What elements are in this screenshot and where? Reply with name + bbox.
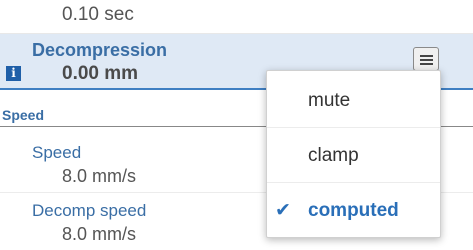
option-label: computed: [308, 200, 399, 221]
option-label: mute: [308, 90, 351, 111]
dropdown-option-computed[interactable]: ✔ computed: [267, 183, 440, 238]
speed-value: 8.0 mm/s: [62, 166, 137, 186]
options-dropdown: mute clamp ✔ computed: [266, 70, 441, 238]
decomp-speed-value: 8.0 mm/s: [62, 224, 137, 244]
option-label: clamp: [308, 145, 359, 166]
previous-row-value: 0.10 sec: [62, 4, 134, 25]
decompression-value: 0.00 mm: [62, 63, 139, 84]
hamburger-icon[interactable]: [413, 47, 439, 71]
section-title-speed: Speed: [2, 107, 45, 123]
speed-label: Speed: [32, 143, 82, 162]
dropdown-option-clamp[interactable]: clamp: [267, 128, 440, 183]
checkmark-icon: ✔: [275, 199, 291, 221]
info-icon[interactable]: i: [6, 66, 21, 81]
decompression-label: Decompression: [32, 40, 168, 60]
decomp-speed-label: Decomp speed: [32, 201, 147, 220]
dropdown-option-mute[interactable]: mute: [267, 73, 440, 128]
